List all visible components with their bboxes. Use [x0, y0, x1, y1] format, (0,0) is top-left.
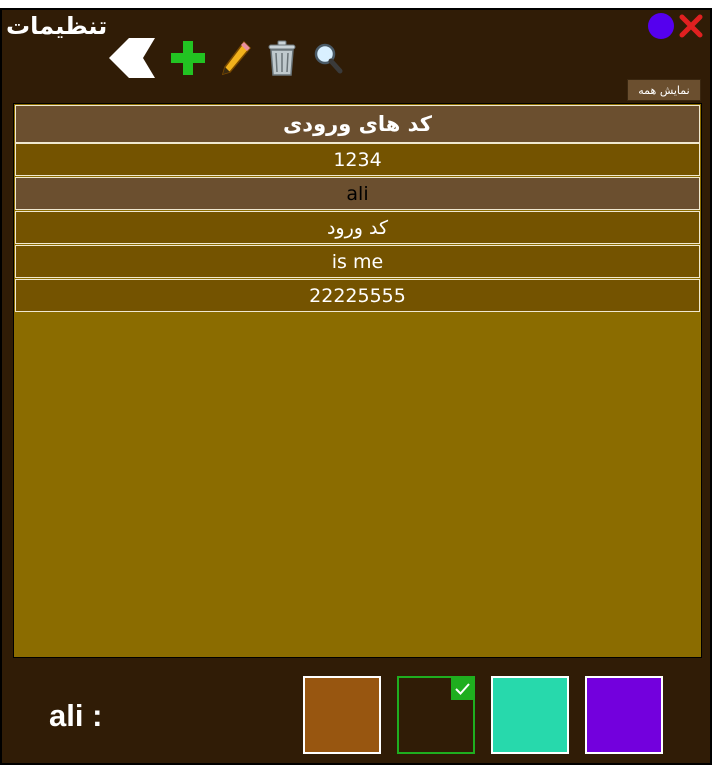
delete-button[interactable] — [264, 36, 300, 80]
add-button[interactable] — [168, 36, 208, 80]
show-all-button[interactable]: نمایش همه — [627, 79, 701, 101]
table-row[interactable]: کد ورود — [15, 211, 700, 244]
search-icon — [314, 43, 343, 74]
window-title: تنظیمات — [6, 12, 108, 40]
color-swatch-brown[interactable] — [303, 676, 381, 754]
color-dot-button[interactable] — [648, 13, 674, 39]
search-button[interactable] — [310, 36, 346, 80]
current-user-label: ali : — [49, 698, 103, 733]
table-header: کد های ورودی — [15, 105, 700, 143]
table-row[interactable]: is me — [15, 245, 700, 278]
add-icon — [171, 41, 205, 75]
back-button[interactable] — [106, 36, 158, 80]
table-row-selected[interactable]: ali — [15, 177, 700, 210]
table-row[interactable]: 1234 — [15, 143, 700, 176]
codes-table: کد های ورودی 1234 ali کد ورود is me 2222… — [13, 103, 702, 658]
color-swatch-teal[interactable] — [491, 676, 569, 754]
color-swatch-dark[interactable] — [397, 676, 475, 754]
trash-icon — [268, 40, 296, 76]
window-controls — [648, 13, 704, 39]
settings-window: تنظیمات نمایش همه کد های ورودی 1234 ali … — [0, 8, 712, 765]
color-swatch-purple[interactable] — [585, 676, 663, 754]
table-row[interactable]: 22225555 — [15, 279, 700, 312]
checkmark-icon — [451, 677, 474, 700]
edit-button[interactable] — [218, 36, 254, 80]
edit-pencil-icon — [221, 40, 252, 76]
back-arrow-icon — [109, 38, 155, 78]
close-button[interactable] — [678, 13, 704, 39]
close-icon — [679, 14, 703, 38]
toolbar — [106, 36, 346, 80]
